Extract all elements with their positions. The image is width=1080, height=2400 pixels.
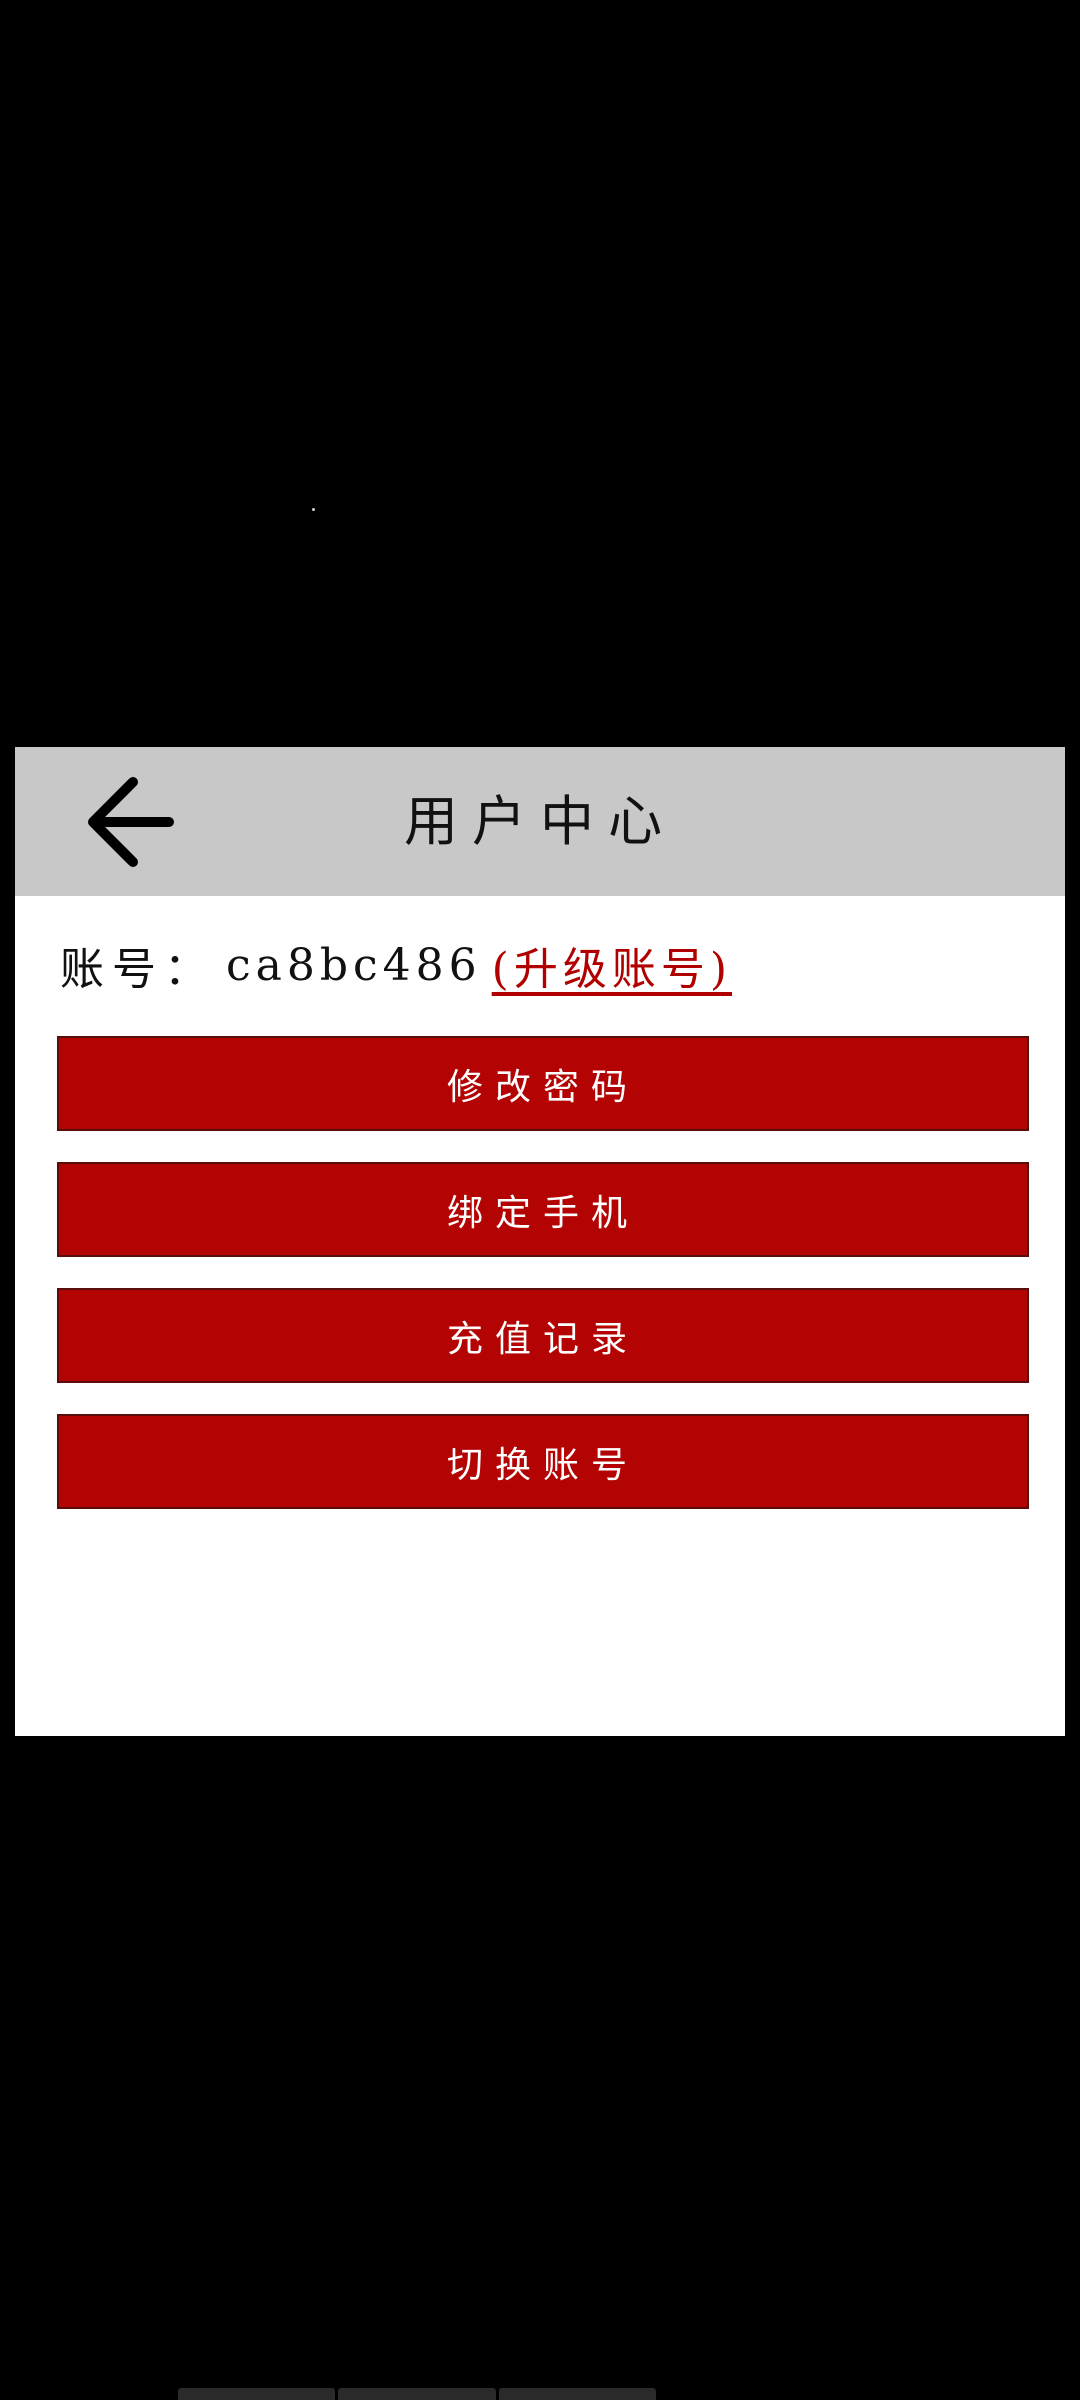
- account-id: ca8bc486: [226, 939, 482, 991]
- switch-account-button[interactable]: 切换账号: [57, 1414, 1029, 1509]
- navigation-hint-bar: [178, 2388, 656, 2400]
- screen: 用户中心 账号： ca8bc486 (升级账号) 修改密码 绑定手机 充值记录 …: [0, 0, 1080, 2400]
- nav-hint-segment: [178, 2388, 336, 2400]
- change-password-button[interactable]: 修改密码: [57, 1036, 1029, 1131]
- bind-phone-button[interactable]: 绑定手机: [57, 1162, 1029, 1257]
- account-row: 账号： ca8bc486 (升级账号): [60, 925, 732, 1005]
- account-label: 账号：: [60, 944, 216, 995]
- nav-hint-segment: [338, 2388, 496, 2400]
- recharge-history-button[interactable]: 充值记录: [57, 1288, 1029, 1383]
- menu-buttons: 修改密码 绑定手机 充值记录 切换账号: [57, 1036, 1029, 1540]
- upgrade-account-link[interactable]: (升级账号): [492, 933, 732, 997]
- page-title: 用户中心: [404, 790, 676, 853]
- header-bar: 用户中心: [15, 747, 1065, 896]
- nav-hint-segment: [498, 2388, 656, 2400]
- background-dot: [312, 508, 315, 511]
- user-center-dialog: 用户中心 账号： ca8bc486 (升级账号) 修改密码 绑定手机 充值记录 …: [15, 747, 1065, 1736]
